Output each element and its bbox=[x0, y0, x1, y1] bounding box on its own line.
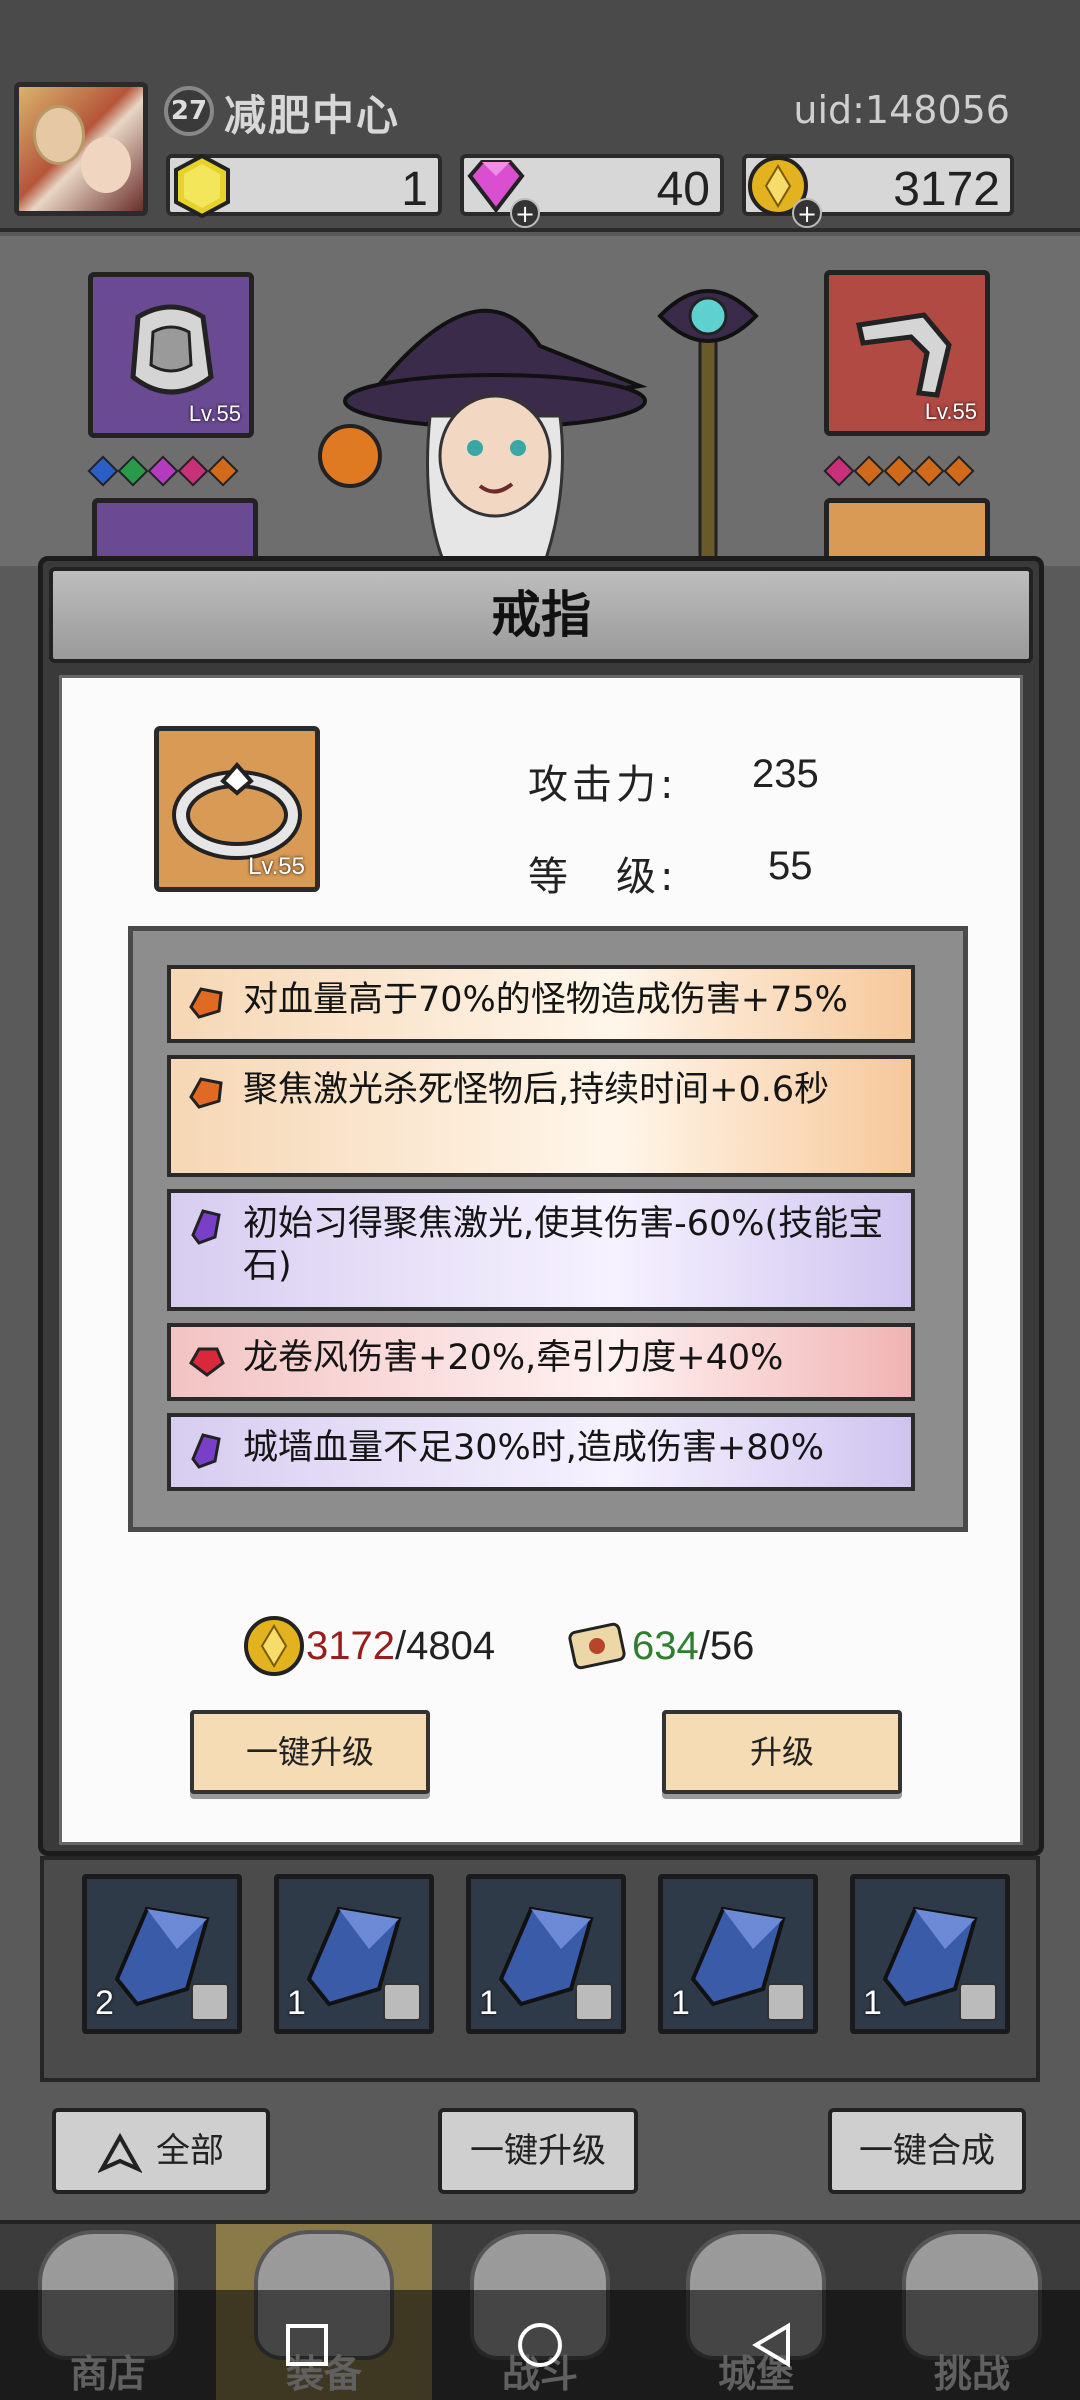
item-count: 2 bbox=[95, 1984, 114, 2022]
attack-label: 攻击力: bbox=[528, 762, 678, 808]
add-diamond-icon[interactable]: + bbox=[510, 198, 540, 228]
character-stage: Lv.55 Lv.55 bbox=[0, 236, 1080, 578]
bulk-upgrade-button[interactable]: 一键升级 bbox=[438, 2108, 638, 2194]
armor-type-icon bbox=[383, 1983, 421, 2021]
scroll-cost: 634 /56 bbox=[562, 1614, 754, 1678]
currency-diamond[interactable]: + 40 bbox=[460, 154, 724, 228]
gem-socket bbox=[177, 455, 209, 487]
bulk-merge-button[interactable]: 一键合成 bbox=[828, 2108, 1026, 2194]
player-level-badge: 27 bbox=[164, 86, 214, 136]
top-bar: 27 减肥中心 uid:148056 1 + 40 + 3172 bbox=[0, 0, 1080, 232]
gold-coin-icon bbox=[244, 1616, 304, 1676]
player-avatar[interactable] bbox=[14, 82, 148, 216]
gem-inventory: 2 1 1 1 1 bbox=[40, 1856, 1040, 2082]
add-gold-icon[interactable]: + bbox=[792, 198, 822, 228]
effect-text: 聚焦激光杀死怪物后,持续时间+0.6秒 bbox=[243, 1070, 830, 1110]
gem-socket bbox=[853, 455, 885, 487]
player-uid: uid:148056 bbox=[793, 88, 1010, 132]
gem-socket bbox=[913, 455, 945, 487]
filter-all-button[interactable]: 全部 bbox=[52, 2108, 270, 2194]
inventory-slot[interactable]: 1 bbox=[850, 1874, 1010, 2034]
boots-type-icon bbox=[959, 1983, 997, 2021]
effect-text: 对血量高于70%的怪物造成伤害+75% bbox=[243, 980, 848, 1020]
inventory-slot[interactable]: 1 bbox=[466, 1874, 626, 2034]
orange-gem-icon bbox=[189, 1077, 223, 1109]
dialog-title: 戒指 bbox=[49, 567, 1033, 663]
equip-slot-right-top[interactable]: Lv.55 bbox=[824, 270, 990, 436]
gem-socket bbox=[207, 455, 239, 487]
filter-all-label: 全部 bbox=[156, 2131, 224, 2171]
effect-row: 城墙血量不足30%时,造成伤害+80% bbox=[167, 1413, 915, 1491]
gold-count: 3172 bbox=[893, 163, 1000, 216]
equip-slot-left-top[interactable]: Lv.55 bbox=[88, 272, 254, 438]
home-icon[interactable] bbox=[515, 2320, 565, 2370]
weapon-type-icon bbox=[575, 1983, 613, 2021]
effect-row: 龙卷风伤害+20%,牵引力度+40% bbox=[167, 1323, 915, 1401]
gold-cost: 3172 /4804 bbox=[242, 1614, 495, 1678]
gem-socket bbox=[147, 455, 179, 487]
system-navigation-bar bbox=[0, 2290, 1080, 2400]
effect-row: 初始习得聚焦激光,使其伤害-60%(技能宝石) bbox=[167, 1189, 915, 1311]
red-gem-icon bbox=[189, 1347, 225, 1377]
purple-gem-icon bbox=[191, 1433, 221, 1469]
equip-level: Lv.55 bbox=[924, 399, 977, 424]
currency-yellow-gem: 1 bbox=[166, 153, 442, 219]
scroll-owned: 634 bbox=[632, 1623, 699, 1668]
gem-socket bbox=[943, 455, 975, 487]
gem-sockets-left bbox=[87, 455, 239, 487]
gem-socket bbox=[823, 455, 855, 487]
triangle-up-icon bbox=[97, 2132, 143, 2173]
item-count: 1 bbox=[671, 1984, 690, 2022]
item-count: 1 bbox=[863, 1984, 882, 2022]
scroll-required: /56 bbox=[698, 1623, 755, 1668]
attack-value: 235 bbox=[752, 752, 819, 796]
diamond-count: 40 bbox=[656, 163, 710, 216]
level-label: 等 级: bbox=[528, 854, 678, 900]
witch-character bbox=[318, 289, 759, 576]
helmet-type-icon bbox=[767, 1983, 805, 2021]
effect-row: 聚焦激光杀死怪物后,持续时间+0.6秒 bbox=[167, 1055, 915, 1177]
gem-sockets-right bbox=[823, 455, 975, 487]
upgrade-all-button[interactable]: 一键升级 bbox=[190, 1710, 430, 1794]
gold-owned: 3172 bbox=[306, 1623, 395, 1668]
effect-text: 初始习得聚焦激光,使其伤害-60%(技能宝石) bbox=[243, 1204, 884, 1286]
back-icon[interactable] bbox=[748, 2320, 798, 2370]
yellow-gem-icon bbox=[174, 153, 230, 219]
ring-type-icon bbox=[191, 1983, 229, 2021]
equip-level: Lv.55 bbox=[188, 401, 241, 426]
gem-socket bbox=[883, 455, 915, 487]
scroll-icon bbox=[568, 1622, 626, 1670]
upgrade-button[interactable]: 升级 bbox=[662, 1710, 902, 1794]
gem-socket bbox=[117, 455, 149, 487]
dialog-body: Lv.55 攻击力: 235 等 级: 55 对血量高于70%的怪物造成伤害+7… bbox=[59, 675, 1023, 1845]
item-count: 1 bbox=[479, 1984, 498, 2022]
gem-socket bbox=[87, 455, 119, 487]
purple-gem-icon bbox=[191, 1209, 221, 1245]
yellow-gem-count: 1 bbox=[401, 163, 428, 216]
gem-effects-panel: 对血量高于70%的怪物造成伤害+75% 聚焦激光杀死怪物后,持续时间+0.6秒 … bbox=[128, 926, 968, 1532]
inventory-slot[interactable]: 1 bbox=[658, 1874, 818, 2034]
level-value: 55 bbox=[768, 844, 813, 888]
effect-text: 城墙血量不足30%时,造成伤害+80% bbox=[243, 1428, 825, 1468]
item-count: 1 bbox=[287, 1984, 306, 2022]
ring-detail-dialog: 戒指 Lv.55 攻击力: 235 等 级: 55 对血量高于70%的怪物造成伤… bbox=[38, 556, 1044, 1856]
orange-gem-icon bbox=[189, 987, 223, 1019]
item-level: Lv.55 bbox=[248, 853, 305, 880]
inventory-slot[interactable]: 1 bbox=[274, 1874, 434, 2034]
effect-text: 龙卷风伤害+20%,牵引力度+40% bbox=[243, 1338, 784, 1378]
currency-gold[interactable]: + 3172 bbox=[742, 154, 1014, 228]
player-name: 减肥中心 bbox=[224, 91, 401, 140]
ring-item-icon: Lv.55 bbox=[154, 726, 320, 892]
effect-row: 对血量高于70%的怪物造成伤害+75% bbox=[167, 965, 915, 1043]
inventory-slot[interactable]: 2 bbox=[82, 1874, 242, 2034]
gold-required: /4804 bbox=[394, 1623, 496, 1668]
recent-apps-icon[interactable] bbox=[282, 2320, 332, 2370]
